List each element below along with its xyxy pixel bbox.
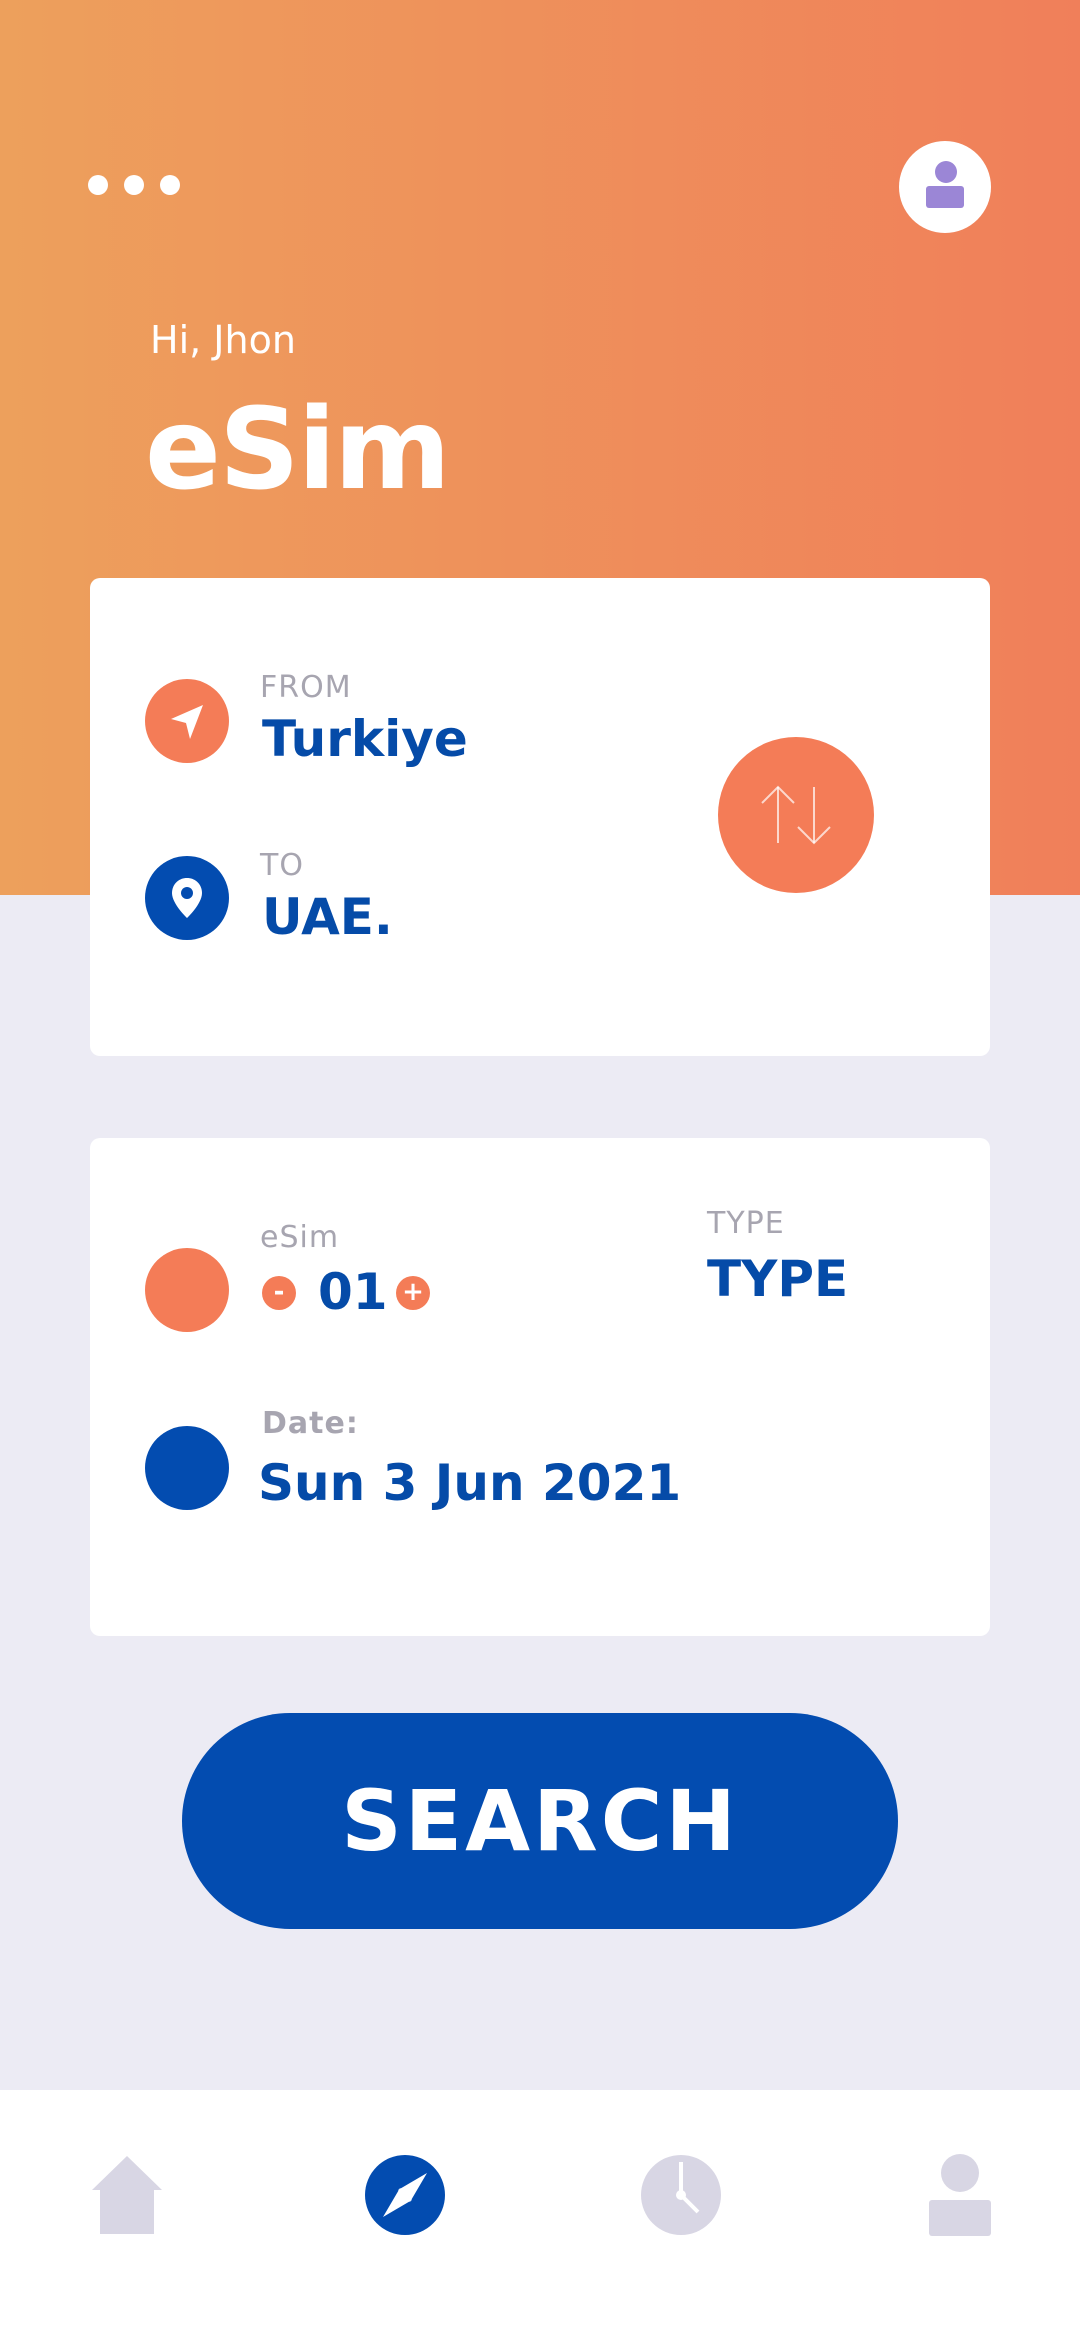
esim-label: eSim [260, 1220, 340, 1255]
decrement-button[interactable]: - [262, 1276, 296, 1310]
details-card: eSim - 01 + TYPE TYPE Date: Sun 3 Jun 20… [90, 1138, 990, 1636]
from-label: FROM [260, 670, 352, 705]
more-dots-icon[interactable] [88, 175, 180, 195]
navigation-arrow-icon [145, 679, 229, 763]
avatar-head [935, 161, 957, 183]
clock-icon[interactable] [636, 2150, 726, 2240]
swap-button[interactable] [718, 737, 874, 893]
calendar-icon [145, 1426, 229, 1510]
swap-arrows-icon [761, 785, 831, 845]
route-card: FROM Turkiye TO UAE. [90, 578, 990, 1056]
compass-icon[interactable] [360, 2150, 450, 2240]
profile-avatar-button[interactable] [899, 141, 991, 233]
profile-icon[interactable] [915, 2150, 1005, 2240]
page-title: eSim [145, 385, 451, 515]
avatar-body [926, 186, 964, 208]
to-label: TO [260, 848, 304, 883]
to-value[interactable]: UAE. [262, 888, 393, 946]
date-label: Date: [262, 1406, 359, 1441]
home-icon[interactable] [82, 2150, 172, 2240]
greeting-text: Hi, Jhon [150, 318, 296, 362]
increment-button[interactable]: + [396, 1276, 430, 1310]
date-value[interactable]: Sun 3 Jun 2021 [258, 1454, 681, 1512]
type-value[interactable]: TYPE [707, 1250, 848, 1308]
type-label: TYPE [707, 1206, 785, 1241]
bottom-navigation [0, 2090, 1080, 2335]
search-button[interactable]: SEARCH [182, 1713, 898, 1929]
location-pin-icon [145, 856, 229, 940]
from-value[interactable]: Turkiye [262, 710, 468, 768]
esim-count: 01 [318, 1263, 388, 1321]
esim-icon [145, 1248, 229, 1332]
